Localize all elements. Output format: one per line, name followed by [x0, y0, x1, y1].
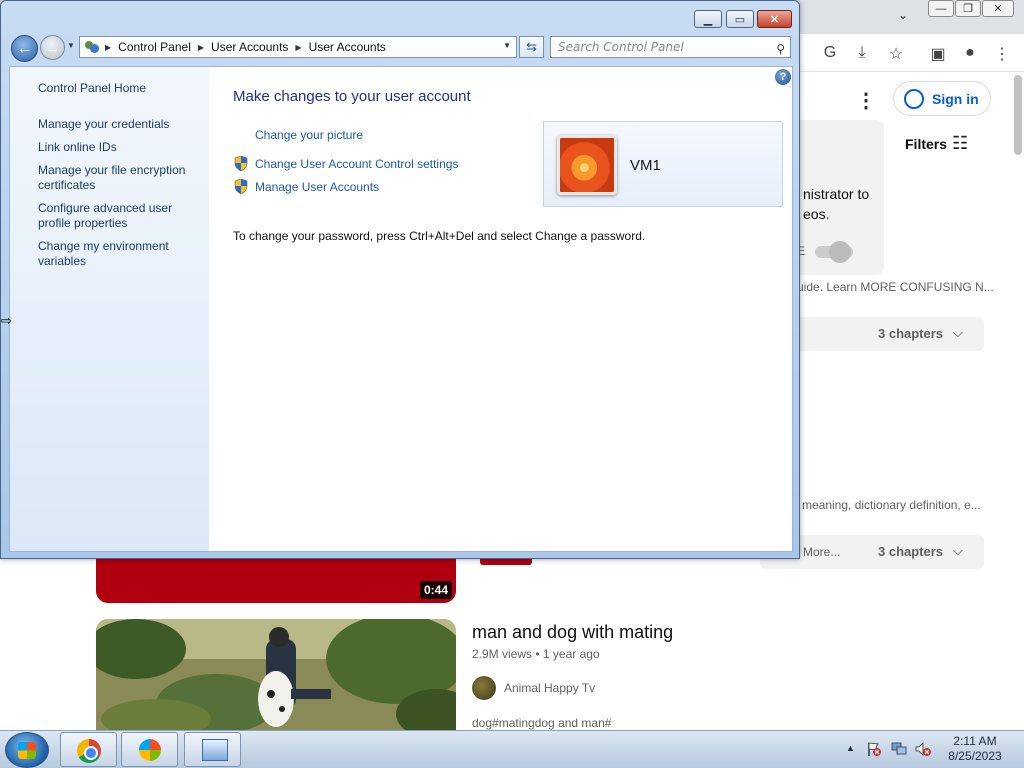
- chapters-label: 3 chapters: [878, 544, 944, 559]
- filters-icon[interactable]: ☷: [952, 133, 968, 154]
- toggle-knob: [829, 241, 851, 263]
- video-description: dog#matingdog and man#: [472, 716, 612, 730]
- video-duration: 0:44: [419, 581, 452, 599]
- control-panel-window: ▁ ▭ ✕ ← → ▼ ▶ Control Panel ▶ User Accou…: [0, 0, 800, 559]
- chevron-down-icon: ⌵: [953, 325, 963, 340]
- refresh-button[interactable]: ⇆: [519, 36, 544, 58]
- network-icon[interactable]: [891, 741, 907, 757]
- sign-in-label: Sign in: [932, 90, 979, 107]
- chrome-minimize-button[interactable]: —: [928, 0, 954, 17]
- notice-text: nistrator to eos.: [803, 186, 870, 222]
- sidebar-item-encryption-certificates[interactable]: Manage your file encryption certificates: [38, 163, 203, 193]
- start-button[interactable]: [5, 732, 49, 768]
- action-center-flag-icon[interactable]: [866, 741, 882, 757]
- breadcrumb-arrow-icon[interactable]: ▶: [105, 43, 111, 52]
- video-meta: 2.9M views • 1 year ago: [472, 647, 600, 661]
- help-icon[interactable]: ?: [775, 69, 791, 85]
- side-panel-icon[interactable]: ▣: [928, 44, 948, 64]
- channel-avatar[interactable]: [472, 676, 496, 700]
- chrome-close-button[interactable]: ✕: [982, 0, 1014, 17]
- password-instruction: To change your password, press Ctrl+Alt+…: [233, 229, 646, 243]
- profile-icon[interactable]: ●: [960, 44, 980, 62]
- install-icon[interactable]: ⤓: [852, 44, 872, 62]
- sidebar-item-credentials[interactable]: Manage your credentials: [38, 117, 203, 132]
- user-name: VM1: [630, 157, 661, 174]
- account-icon: [904, 88, 924, 109]
- resize-cursor-icon: ⇨: [1, 313, 12, 328]
- more-options-icon[interactable]: ⋮: [856, 88, 876, 113]
- star-icon[interactable]: ☆: [886, 44, 906, 64]
- notice-toggle[interactable]: [815, 241, 855, 263]
- search-placeholder: Search Control Panel: [558, 40, 684, 54]
- uac-settings-link[interactable]: Change User Account Control settings: [255, 157, 458, 171]
- sidebar-item-online-ids[interactable]: Link online IDs: [38, 140, 203, 155]
- user-accounts-icon: [83, 40, 101, 54]
- close-button[interactable]: ✕: [757, 10, 792, 28]
- sign-in-button[interactable]: Sign in: [893, 81, 991, 116]
- video-description: uide. Learn MORE CONFUSING N...: [797, 280, 994, 294]
- address-dropdown-icon[interactable]: ▼: [503, 41, 511, 50]
- sidebar-item-control-panel-home[interactable]: Control Panel Home: [38, 81, 203, 96]
- chrome-tab-search-icon[interactable]: ⌄: [898, 8, 908, 22]
- chrome-restore-button[interactable]: ❐: [955, 0, 981, 17]
- breadcrumb-arrow-icon[interactable]: ▶: [295, 43, 301, 52]
- forward-button[interactable]: →: [40, 35, 65, 60]
- sidebar-item-environment-variables[interactable]: Change my environment variables: [38, 239, 203, 269]
- show-hidden-icons-icon[interactable]: ▲: [846, 743, 855, 753]
- chrome-menu-icon[interactable]: ⋮: [992, 44, 1012, 64]
- change-picture-link[interactable]: Change your picture: [255, 128, 363, 142]
- channel-name[interactable]: Animal Happy Tv: [504, 681, 595, 695]
- system-clock[interactable]: 2:11 AM 8/25/2023: [940, 734, 1010, 764]
- clock-date: 8/25/2023: [948, 749, 1002, 763]
- more-link[interactable]: More...: [803, 545, 840, 559]
- search-icon[interactable]: ⚲: [776, 39, 785, 59]
- content-pane: Control Panel Home Manage your credentia…: [9, 66, 793, 552]
- page-scrollbar[interactable]: [1014, 75, 1022, 155]
- breadcrumb-arrow-icon[interactable]: ▶: [198, 43, 204, 52]
- clock-time: 2:11 AM: [953, 734, 997, 748]
- dog-and-man-image: [96, 619, 456, 730]
- filters-button[interactable]: Filters: [905, 136, 947, 152]
- user-picture[interactable]: [557, 135, 617, 195]
- recent-pages-dropdown[interactable]: ▼: [67, 41, 75, 50]
- breadcrumb-control-panel[interactable]: Control Panel: [118, 40, 191, 54]
- user-tile: VM1: [543, 121, 783, 207]
- minimize-button[interactable]: ▁: [694, 10, 722, 28]
- chapters-label: 3 chapters: [878, 326, 944, 341]
- taskbar: ▲ 2:11 AM 8/25/2023: [0, 730, 1024, 768]
- address-bar[interactable]: ▶ Control Panel ▶ User Accounts ▶ User A…: [79, 36, 517, 58]
- back-button[interactable]: ←: [11, 35, 38, 62]
- uac-shield-icon: [234, 156, 248, 171]
- taskbar-chrome-button[interactable]: [60, 732, 117, 767]
- manage-accounts-link[interactable]: Manage User Accounts: [255, 180, 379, 194]
- video-description: meaning, dictionary definition, e...: [802, 498, 981, 512]
- volume-muted-icon[interactable]: [915, 741, 931, 757]
- taskbar-windows-button[interactable]: [121, 732, 178, 767]
- video-thumbnail[interactable]: 0:44: [96, 555, 456, 603]
- sidebar: Control Panel Home Manage your credentia…: [10, 67, 209, 551]
- breadcrumb-user-accounts[interactable]: User Accounts: [211, 40, 288, 54]
- sidebar-item-advanced-profile[interactable]: Configure advanced user profile properti…: [38, 201, 203, 231]
- video-thumbnail[interactable]: [96, 619, 456, 730]
- page-title: Make changes to your user account: [233, 88, 471, 105]
- maximize-button[interactable]: ▭: [726, 10, 754, 28]
- breadcrumb-user-accounts-current[interactable]: User Accounts: [309, 40, 386, 54]
- chevron-down-icon: ⌵: [953, 543, 963, 558]
- taskbar-control-panel-button[interactable]: [184, 732, 241, 767]
- uac-shield-icon: [234, 179, 248, 194]
- video-title[interactable]: man and dog with mating: [472, 622, 673, 643]
- google-lens-icon[interactable]: G: [820, 44, 840, 62]
- search-input[interactable]: Search Control Panel ⚲: [550, 36, 791, 58]
